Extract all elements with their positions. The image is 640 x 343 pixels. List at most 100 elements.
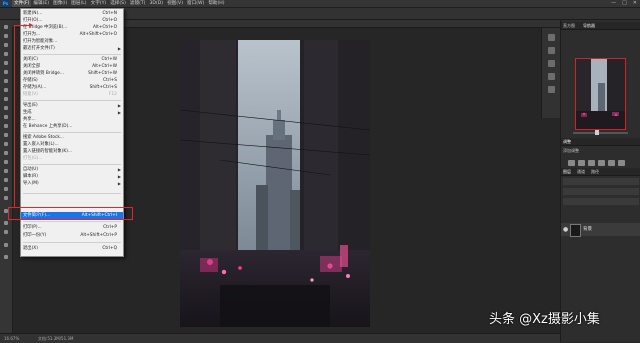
path-select-tool-icon[interactable] bbox=[2, 168, 10, 174]
levels-icon[interactable] bbox=[578, 160, 585, 166]
quick-select-tool-icon[interactable] bbox=[2, 51, 10, 57]
menu-type[interactable]: 文字(Y) bbox=[89, 0, 109, 7]
menu-item-automate[interactable]: 自动(U) ▶ bbox=[21, 166, 123, 173]
menu-item-print-one-copy[interactable]: 打印一份(Y) Alt+Shift+Ctrl+P bbox=[21, 232, 123, 239]
navigator-zoom-slider[interactable] bbox=[573, 130, 628, 135]
menu-item-open[interactable]: 打开(O)... Ctrl+O bbox=[21, 17, 123, 24]
document-photo[interactable] bbox=[180, 40, 370, 327]
menu-item-close-all[interactable]: 关闭全部 Alt+Ctrl+W bbox=[21, 63, 123, 70]
tab-histogram[interactable]: 直方图 bbox=[563, 22, 575, 29]
menu-item-browse-bridge[interactable]: 在 Bridge 中浏览(B)... Alt+Ctrl+O bbox=[21, 24, 123, 31]
history-panel-icon[interactable] bbox=[548, 34, 555, 41]
menu-view[interactable]: 视图(V) bbox=[165, 0, 185, 7]
menu-item-place-linked[interactable]: 置入链接的智能对象(K)... bbox=[21, 148, 123, 155]
eye-icon[interactable]: ● bbox=[563, 226, 568, 233]
menu-item-save[interactable]: 存储(S) Ctrl+S bbox=[21, 77, 123, 84]
menu-separator bbox=[23, 242, 121, 243]
menu-item-close[interactable]: 关闭(C) Ctrl+W bbox=[21, 56, 123, 63]
hand-tool-icon[interactable] bbox=[2, 186, 10, 192]
layer-filter-bar[interactable] bbox=[563, 178, 639, 185]
menu-item-scripts[interactable]: 脚本(R) ▶ bbox=[21, 173, 123, 180]
lasso-tool-icon[interactable] bbox=[2, 42, 10, 48]
menu-window[interactable]: 窗口(W) bbox=[185, 0, 206, 7]
quick-mask-icon[interactable] bbox=[2, 242, 10, 248]
menu-filter[interactable]: 滤镜(T) bbox=[128, 0, 148, 7]
paragraph-panel-icon[interactable] bbox=[548, 73, 555, 80]
menu-select[interactable]: 选择(S) bbox=[108, 0, 128, 7]
brightness-contrast-icon[interactable] bbox=[568, 160, 575, 166]
menu-item-recent-files[interactable]: 最近打开文件(T) ▶ bbox=[21, 45, 123, 52]
menu-item-save-as[interactable]: 存储为(A)... Shift+Ctrl+S bbox=[21, 84, 123, 91]
healing-brush-tool-icon[interactable] bbox=[2, 78, 10, 84]
exposure-icon[interactable] bbox=[598, 160, 605, 166]
menu-item-place-embedded[interactable]: 置入嵌入对象(L)... bbox=[21, 141, 123, 148]
menu-item-open-as[interactable]: 打开为... Alt+Shift+Ctrl+O bbox=[21, 31, 123, 38]
move-tool-icon[interactable] bbox=[2, 24, 10, 30]
menu-layer[interactable]: 图层(L) bbox=[69, 0, 88, 7]
tools-panel bbox=[0, 20, 13, 333]
brush-panel-icon[interactable] bbox=[548, 86, 555, 93]
history-brush-tool-icon[interactable] bbox=[2, 105, 10, 111]
foreground-color-icon[interactable] bbox=[2, 220, 10, 226]
eyedropper-tool-icon[interactable] bbox=[2, 69, 10, 75]
pen-tool-icon[interactable] bbox=[2, 150, 10, 156]
gradient-tool-icon[interactable] bbox=[2, 123, 10, 129]
brush-tool-icon[interactable] bbox=[2, 87, 10, 93]
properties-panel-icon[interactable] bbox=[548, 47, 555, 54]
blend-mode-select[interactable] bbox=[563, 188, 639, 195]
eraser-tool-icon[interactable] bbox=[2, 114, 10, 120]
vibrance-icon[interactable] bbox=[608, 160, 615, 166]
menu-file[interactable]: 文件(F) bbox=[12, 0, 32, 7]
watermark: 头条 @Xz摄影小集 bbox=[489, 312, 600, 327]
close-icon[interactable]: ✕ bbox=[633, 0, 637, 7]
blur-tool-icon[interactable] bbox=[2, 132, 10, 138]
shape-tool-icon[interactable] bbox=[2, 177, 10, 183]
collapsed-panel-icons bbox=[541, 28, 561, 118]
menu-item-open-smart-object[interactable]: 打开为智能对象... bbox=[21, 38, 123, 45]
menu-3d[interactable]: 3D(D) bbox=[147, 0, 165, 7]
tab-paths[interactable]: 路径 bbox=[591, 168, 599, 175]
annotation-highlight-box bbox=[8, 207, 133, 220]
menu-item-print[interactable]: 打印(P)... Ctrl+P bbox=[21, 224, 123, 231]
menu-help[interactable]: 帮助(H) bbox=[206, 0, 226, 7]
menu-item-new[interactable]: 新建(N)... Ctrl+N bbox=[21, 10, 123, 17]
menu-item-generate[interactable]: 生成 ▶ bbox=[21, 109, 123, 116]
navigator-thumbnail bbox=[576, 59, 625, 129]
menu-item-close-to-bridge[interactable]: 关闭并转到 Bridge... Shift+Ctrl+W bbox=[21, 70, 123, 77]
minimize-icon[interactable]: — bbox=[611, 0, 616, 7]
maximize-icon[interactable]: □ bbox=[622, 0, 627, 7]
character-panel-icon[interactable] bbox=[548, 60, 555, 67]
menu-item-search-stock[interactable]: 搜索 Adobe Stock... bbox=[21, 134, 123, 141]
marquee-tool-icon[interactable] bbox=[2, 33, 10, 39]
menu-item-export[interactable]: 导出(E) ▶ bbox=[21, 102, 123, 109]
lock-options-bar[interactable] bbox=[563, 198, 639, 205]
menu-item-exit[interactable]: 退出(X) Ctrl+Q bbox=[21, 245, 123, 252]
tab-channels[interactable]: 通道 bbox=[577, 168, 585, 175]
clone-stamp-tool-icon[interactable] bbox=[2, 96, 10, 102]
submenu-arrow-icon: ▶ bbox=[117, 174, 121, 179]
layer-row[interactable]: ● 背景 bbox=[561, 223, 640, 237]
dodge-tool-icon[interactable] bbox=[2, 141, 10, 147]
menu-item-share-behance[interactable]: 在 Behance 上共享(D)... bbox=[21, 123, 123, 130]
menu-image[interactable]: 图像(I) bbox=[51, 0, 69, 7]
menu-separator bbox=[23, 54, 121, 55]
menu-edit[interactable]: 编辑(E) bbox=[31, 0, 51, 7]
menu-item-share[interactable]: 共享... bbox=[21, 116, 123, 123]
navigator-preview[interactable] bbox=[575, 58, 626, 130]
tab-navigator[interactable]: 导航器 bbox=[583, 22, 595, 29]
screen-mode-icon[interactable] bbox=[2, 254, 10, 260]
background-color-icon[interactable] bbox=[2, 229, 10, 235]
window-controls: — □ ✕ bbox=[611, 0, 637, 7]
menu-item-import[interactable]: 导入(M) ▶ bbox=[21, 180, 123, 187]
type-tool-icon[interactable] bbox=[2, 159, 10, 165]
zoom-tool-icon[interactable] bbox=[2, 195, 10, 201]
annotation-arrow-line bbox=[14, 25, 16, 207]
tab-layers[interactable]: 图层 bbox=[563, 168, 571, 175]
tab-adjustments[interactable]: 调整 bbox=[563, 138, 571, 145]
submenu-arrow-icon: ▶ bbox=[117, 103, 121, 108]
hue-saturation-icon[interactable] bbox=[618, 160, 625, 166]
layer-name: 背景 bbox=[583, 227, 592, 232]
menu-separator bbox=[23, 100, 121, 101]
crop-tool-icon[interactable] bbox=[2, 60, 10, 66]
curves-icon[interactable] bbox=[588, 160, 595, 166]
